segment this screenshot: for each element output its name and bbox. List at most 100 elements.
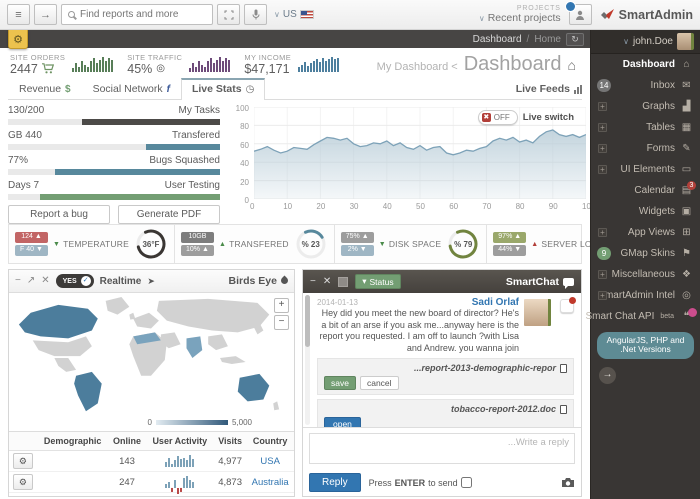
map-zoom-out-button[interactable]: − xyxy=(274,315,289,330)
comments-icon xyxy=(563,278,574,286)
row-settings-button[interactable]: ⚙ xyxy=(13,474,33,490)
camera-button[interactable] xyxy=(561,477,575,488)
temp-high-badge: 124 ▲ xyxy=(15,232,48,243)
sidebar-item-dashboard[interactable]: Dashboard xyxy=(591,54,700,75)
open-button[interactable]: open xyxy=(324,417,361,428)
expand-plus-icon[interactable]: + xyxy=(598,291,607,300)
realtime-toggle[interactable]: YES ✓ xyxy=(56,274,94,288)
col-user-activity[interactable]: User Activity xyxy=(146,432,214,451)
progress-value: GB 440 xyxy=(8,130,42,142)
sidebar-item-versions[interactable]: AngularJS, PHP and .Net Versions xyxy=(597,332,694,359)
expand-plus-icon[interactable]: + xyxy=(598,228,607,237)
progress-user-testing: Days 7 User Testing xyxy=(8,180,220,200)
col-demographic[interactable]: Demographic xyxy=(37,432,109,451)
transfer-size-badge: 10GB xyxy=(181,232,214,243)
map-widget-title: Birds Eye xyxy=(229,275,277,287)
sidebar-item-smartadmin-intel[interactable]: + SmartAdmin Intel xyxy=(591,285,700,306)
drag-handle-icon[interactable] xyxy=(338,277,348,287)
refresh-button[interactable]: ↻ xyxy=(566,33,584,46)
file-icon xyxy=(560,364,567,373)
save-button[interactable]: save xyxy=(324,376,356,390)
target-icon: ◎ xyxy=(156,63,165,74)
logout-button[interactable]: → xyxy=(34,4,57,25)
progress-value: 77% xyxy=(8,155,28,167)
chat-scrollbar-thumb[interactable] xyxy=(305,295,310,347)
demo-settings-button[interactable]: ⚙ xyxy=(8,30,28,49)
breadcrumb-dashboard[interactable]: Dashboard xyxy=(473,34,522,45)
disk-used-badge: 75% ▲ xyxy=(341,232,374,243)
temperature-gauge: 36°F xyxy=(134,227,168,261)
sidebar-item-calendar[interactable]: Calendar 3 xyxy=(591,180,700,201)
chat-message-sadi: 2014-01-13 Sadi Orlaf Hey did you meet t… xyxy=(317,297,574,354)
switch-state: OFF xyxy=(494,113,510,122)
generate-pdf-button[interactable]: Generate PDF xyxy=(118,205,220,224)
recent-projects-dropdown[interactable]: PROJECTS ∨ Recent projects xyxy=(479,5,561,24)
expand-plus-icon[interactable]: + xyxy=(598,270,607,279)
menu-toggle-button[interactable]: ≡ xyxy=(7,4,30,25)
row-settings-button[interactable]: ⚙ xyxy=(13,453,33,469)
sidebar-item-miscellaneous[interactable]: + Miscellaneous xyxy=(591,264,700,285)
collapse-icon[interactable]: − xyxy=(310,277,316,287)
map-legend: 0 5,000 xyxy=(148,418,252,427)
sidebar-item-graphs[interactable]: + Graphs xyxy=(591,96,700,117)
country-link[interactable]: USA xyxy=(260,456,280,467)
chevron-down-icon: ∨ xyxy=(623,37,629,46)
expand-plus-icon[interactable]: + xyxy=(598,123,607,132)
reply-button[interactable]: Reply xyxy=(309,473,361,492)
close-icon[interactable]: ✕ xyxy=(41,276,49,286)
sidebar-item-tables[interactable]: + Tables xyxy=(591,117,700,138)
collapse-icon[interactable]: − xyxy=(15,276,21,286)
minify-menu-arrow[interactable]: → xyxy=(599,367,616,384)
expand-plus-icon[interactable]: + xyxy=(598,144,607,153)
reply-input[interactable] xyxy=(309,433,575,464)
calendar-count-badge: 3 xyxy=(687,181,696,190)
language-selector[interactable]: ∨ US xyxy=(274,9,314,20)
enter-to-send-checkbox[interactable] xyxy=(461,477,472,488)
report-bug-button[interactable]: Report a bug xyxy=(8,205,110,224)
voice-command-button[interactable] xyxy=(244,4,267,25)
message-author[interactable]: Sadi Orlaf xyxy=(358,297,519,308)
live-switch-label: Live switch xyxy=(523,112,574,123)
search-box[interactable] xyxy=(61,4,213,25)
tables-icon xyxy=(680,122,693,133)
sidebar-item-inbox[interactable]: 14 Inbox xyxy=(591,75,700,96)
sidebar-item-forms[interactable]: + Forms xyxy=(591,138,700,159)
tile-server-load: 97% ▲ 44% ▼ SERVER LOAD % 33 xyxy=(487,225,590,263)
message-text: Hey did you meet the new board of direct… xyxy=(317,308,519,354)
fullscreen-button[interactable] xyxy=(217,4,240,25)
visits-value: 4,977 xyxy=(214,451,246,472)
cancel-button[interactable]: cancel xyxy=(360,376,399,390)
tab-social-network[interactable]: Social Network f xyxy=(82,79,181,99)
calendar-icon: 3 xyxy=(680,185,693,196)
top-header-bar: ≡ → ∨ US PROJECTS ∨ Recent projects xyxy=(0,0,700,30)
sidebar-item-ui-elements[interactable]: + UI Elements xyxy=(591,159,700,180)
search-input[interactable] xyxy=(80,9,206,20)
trend-down-icon xyxy=(379,241,386,248)
sidebar-item-gmap-skins[interactable]: 9 GMap Skins xyxy=(591,243,700,264)
col-online[interactable]: Online xyxy=(108,432,145,451)
sidebar-item-smart-chat-api[interactable]: Smart Chat API beta xyxy=(591,306,700,327)
expand-plus-icon[interactable]: + xyxy=(598,165,607,174)
live-feeds-label[interactable]: Live Feeds xyxy=(516,83,582,99)
chat-widget-header: − ✕ ▾ Status SmartChat xyxy=(303,270,581,293)
map-zoom-in-button[interactable]: + xyxy=(274,298,289,313)
close-icon[interactable]: ✕ xyxy=(323,277,331,287)
breadcrumb-home[interactable]: Home xyxy=(534,34,561,45)
expand-icon[interactable]: ↗ xyxy=(27,276,35,286)
col-visits[interactable]: Visits xyxy=(214,432,246,451)
sidebar-user[interactable]: ∨ john.Doe xyxy=(591,30,700,54)
sidebar-item-app-views[interactable]: + App Views xyxy=(591,222,700,243)
visits-value: 4,873 xyxy=(214,472,246,493)
tab-revenue[interactable]: Revenue $ xyxy=(8,79,82,99)
sidebar-item-widgets[interactable]: Widgets xyxy=(591,201,700,222)
user-quick-button[interactable] xyxy=(569,4,592,25)
world-map[interactable]: + − 0 5,000 xyxy=(9,293,294,431)
expand-plus-icon[interactable]: + xyxy=(598,102,607,111)
live-switch-toggle[interactable]: ✖ OFF Live switch xyxy=(478,110,574,125)
country-link[interactable]: Australia xyxy=(252,477,289,488)
ui-elements-icon xyxy=(680,164,693,175)
chat-bubble-icon xyxy=(680,311,693,322)
tab-live-stats[interactable]: Live Stats ◷ xyxy=(181,78,265,100)
col-country[interactable]: Country xyxy=(246,432,294,451)
status-dropdown-button[interactable]: ▾ Status xyxy=(355,274,400,289)
